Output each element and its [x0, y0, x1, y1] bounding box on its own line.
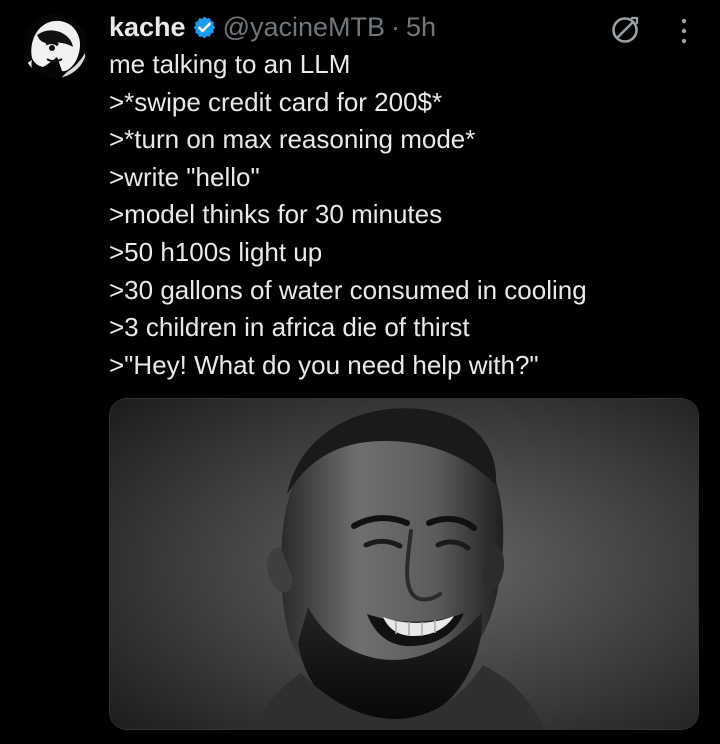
tweet-line: >3 children in africa die of thirst [109, 312, 470, 343]
anime-avatar-icon [23, 14, 87, 78]
grok-button[interactable] [609, 14, 641, 46]
tweet-media-image[interactable] [109, 398, 699, 730]
avatar[interactable] [23, 14, 87, 78]
more-vertical-icon [681, 18, 687, 44]
portrait-image [110, 399, 698, 729]
separator-dot: · [391, 12, 401, 42]
tweet-line: >50 h100s light up [109, 236, 323, 267]
more-options-button[interactable] [672, 14, 696, 48]
display-name[interactable]: kache [109, 9, 186, 45]
tweet-line: >30 gallons of water consumed in cooling [109, 274, 587, 305]
tweet: kache @yacineMTB · 5h me talking to an L… [0, 0, 720, 744]
tweet-line: me talking to an LLM [109, 49, 351, 79]
tweet-line: >write "hello" [109, 161, 260, 192]
tweet-line: >model thinks for 30 minutes [109, 199, 443, 230]
tweet-line: >"Hey! What do you need help with?" [109, 349, 539, 380]
tweet-text: me talking to an LLM >*swipe credit card… [109, 46, 699, 384]
verified-badge-icon [193, 16, 215, 38]
tweet-line: >*swipe credit card for 200$* [109, 86, 443, 117]
tweet-content: kache @yacineMTB · 5h me talking to an L… [109, 9, 699, 384]
handle[interactable]: @yacineMTB [223, 9, 385, 45]
tweet-line: >*turn on max reasoning mode* [109, 124, 476, 155]
grok-icon [612, 16, 639, 43]
timestamp[interactable]: 5h [406, 9, 436, 45]
